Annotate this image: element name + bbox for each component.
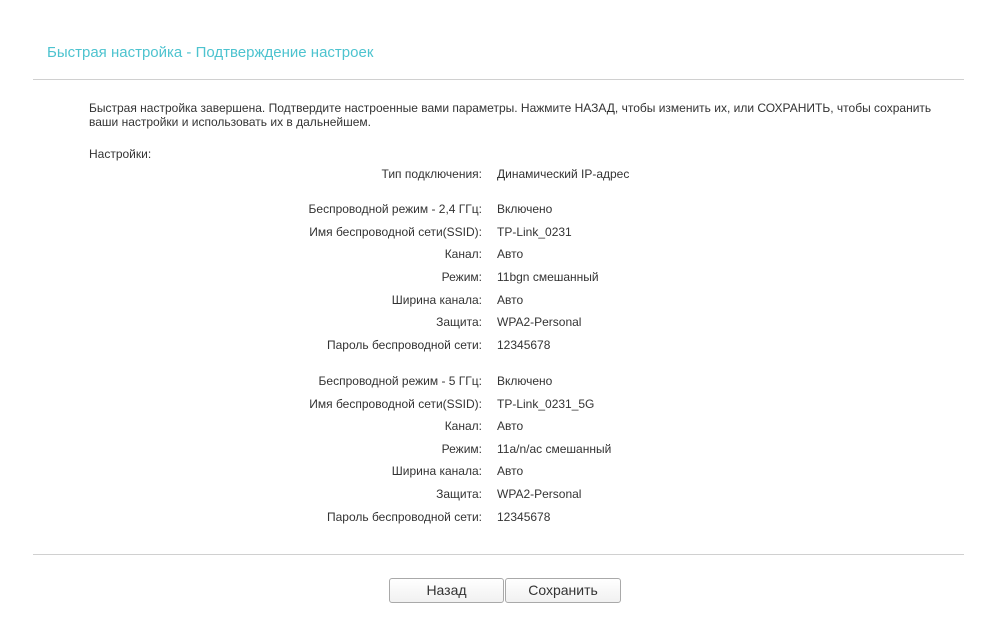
wireless-24-channel-value: Авто [497,247,524,261]
wireless-24-width-value: Авто [497,293,524,307]
wireless-24-security-value: WPA2-Personal [497,315,582,329]
wireless-5-channel-row: Канал: Авто [0,418,1000,434]
wireless-24-ssid-label: Имя беспроводной сети(SSID): [309,225,482,239]
wireless-24-radio-mode-label: Режим: [441,270,482,284]
wireless-24-ssid-row: Имя беспроводной сети(SSID): TP-Link_023… [0,224,1000,240]
wireless-5-ssid-value: TP-Link_0231_5G [497,397,595,411]
wireless-5-channel-value: Авто [497,419,524,433]
connection-type-value: Динамический IP-адрес [497,167,630,181]
back-button[interactable]: Назад [389,578,504,603]
wireless-5-security-row: Защита: WPA2-Personal [0,486,1000,502]
wireless-5-radio-mode-value: 11a/n/ac смешанный [497,442,612,456]
wireless-24-width-label: Ширина канала: [391,293,482,307]
wireless-24-mode-row: Беспроводной режим - 2,4 ГГц: Включено [0,201,1000,217]
wireless-5-ssid-row: Имя беспроводной сети(SSID): TP-Link_023… [0,396,1000,412]
wireless-5-mode-label: Беспроводной режим - 5 ГГц: [318,374,482,388]
wireless-5-mode-row: Беспроводной режим - 5 ГГц: Включено [0,373,1000,389]
wireless-24-mode-label: Беспроводной режим - 2,4 ГГц: [308,202,482,216]
wireless-5-security-label: Защита: [436,487,482,501]
wireless-5-radio-mode-label: Режим: [441,442,482,456]
wireless-24-password-row: Пароль беспроводной сети: 12345678 [0,337,1000,353]
wireless-24-channel-row: Канал: Авто [0,246,1000,262]
wireless-24-radio-mode-row: Режим: 11bgn смешанный [0,269,1000,285]
wireless-5-ssid-label: Имя беспроводной сети(SSID): [309,397,482,411]
top-divider [33,79,964,80]
wireless-24-password-value: 12345678 [497,338,551,352]
wireless-24-channel-label: Канал: [444,247,482,261]
settings-heading: Настройки: [89,147,152,161]
wireless-5-security-value: WPA2-Personal [497,487,582,501]
wireless-5-radio-mode-row: Режим: 11a/n/ac смешанный [0,441,1000,457]
wireless-5-channel-label: Канал: [444,419,482,433]
wireless-5-password-label: Пароль беспроводной сети: [326,510,482,524]
wireless-5-password-row: Пароль беспроводной сети: 12345678 [0,509,1000,525]
bottom-divider [33,554,964,555]
wireless-24-width-row: Ширина канала: Авто [0,292,1000,308]
wireless-5-width-label: Ширина канала: [391,464,482,478]
connection-type-row: Тип подключения: Динамический IP-адрес [0,166,1000,182]
wireless-24-radio-mode-value: 11bgn смешанный [497,270,599,284]
wireless-24-mode-value: Включено [497,202,553,216]
page-title: Быстрая настройка - Подтверждение настро… [47,44,374,61]
wireless-5-width-row: Ширина канала: Авто [0,463,1000,479]
save-button[interactable]: Сохранить [505,578,621,603]
wireless-24-password-label: Пароль беспроводной сети: [326,338,482,352]
connection-type-label: Тип подключения: [381,167,482,181]
wireless-24-security-row: Защита: WPA2-Personal [0,314,1000,330]
wireless-24-security-label: Защита: [436,315,482,329]
intro-text: Быстрая настройка завершена. Подтвердите… [89,101,932,129]
wireless-5-width-value: Авто [497,464,524,478]
wireless-24-ssid-value: TP-Link_0231 [497,225,572,239]
wireless-5-mode-value: Включено [497,374,553,388]
wireless-5-password-value: 12345678 [497,510,551,524]
